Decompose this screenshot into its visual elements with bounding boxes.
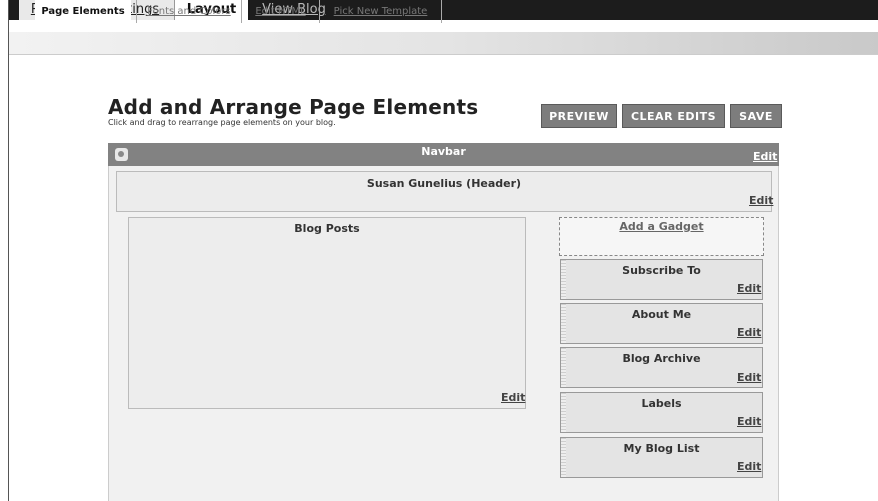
subtab-pick-new-template[interactable]: Pick New Template [320,0,442,23]
save-button[interactable]: SAVE [730,104,782,128]
subtab-edit-html[interactable]: Edit HTML [242,0,320,23]
blog-posts-element[interactable] [128,217,526,409]
page-title: Add and Arrange Page Elements [108,95,479,119]
header-edit-link[interactable]: Edit [749,194,773,207]
blog-posts-edit-link[interactable]: Edit [501,391,525,404]
clear-edits-button[interactable]: CLEAR EDITS [622,104,725,128]
gadget-title: Blog Archive [622,352,701,365]
gadget-edit-link[interactable]: Edit [737,326,761,339]
subtab-page-elements[interactable]: Page Elements [35,0,131,23]
add-gadget-link[interactable]: Add a Gadget [559,220,764,233]
gadget-title: Subscribe To [622,264,701,277]
gadget-title: My Blog List [623,442,700,455]
blog-posts-title: Blog Posts [294,222,360,235]
subtab-fonts-and-colors[interactable]: Fonts and Colors [136,0,242,23]
sub-tab-bar [9,32,878,55]
gadget-edit-link[interactable]: Edit [737,415,761,428]
preview-button[interactable]: PREVIEW [541,104,617,128]
left-edge [0,0,9,501]
gadget-edit-link[interactable]: Edit [737,460,761,473]
header-title: Susan Gunelius (Header) [366,177,522,190]
page-subtitle: Click and drag to rearrange page element… [108,118,336,127]
gadget-edit-link[interactable]: Edit [737,371,761,384]
gadget-edit-link[interactable]: Edit [737,282,761,295]
gadget-title: About Me [631,308,692,321]
navbar-title: Navbar [421,145,466,158]
gadget-title: Labels [641,397,682,410]
navbar-edit-link[interactable]: Edit [753,150,777,163]
